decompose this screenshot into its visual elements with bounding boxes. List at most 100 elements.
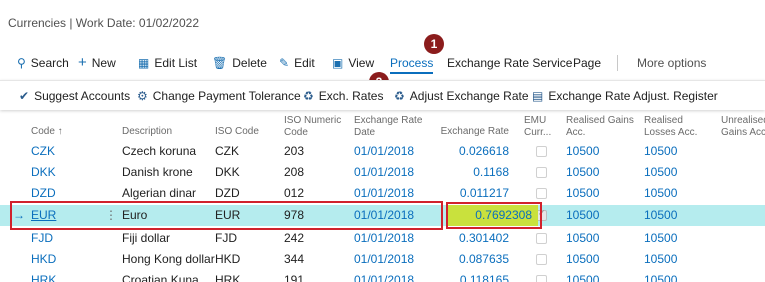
process-menu[interactable]: Process: [390, 54, 434, 74]
cell-realised-gains[interactable]: 10500: [566, 228, 599, 249]
exch-rates-label: Exch. Rates: [318, 89, 384, 103]
cell-rate-date[interactable]: 01/01/2018: [354, 141, 414, 162]
new-label: New: [91, 56, 116, 70]
view-icon: ▣: [332, 56, 344, 70]
edit-button[interactable]: ✎ Edit: [279, 54, 315, 72]
col-header-iso-numeric-line2: Code: [284, 127, 308, 138]
cell-realised-losses[interactable]: 10500: [644, 249, 677, 270]
adjust-exchange-rate-label: Adjust Exchange Rate: [409, 89, 529, 103]
cell-rate-date[interactable]: 01/01/2018: [354, 162, 414, 183]
cell-realised-gains[interactable]: 10500: [566, 162, 599, 183]
callout-1: 1: [424, 34, 444, 54]
suggest-accounts-button[interactable]: ✔ Suggest Accounts: [19, 87, 130, 105]
cell-rate-date[interactable]: 01/01/2018: [354, 249, 414, 270]
view-button[interactable]: ▣ View: [332, 54, 374, 72]
cell-description: Czech koruna: [122, 144, 197, 158]
cell-rate-date[interactable]: 01/01/2018: [354, 270, 414, 282]
page-menu[interactable]: Page: [573, 54, 601, 72]
col-header-rate-date[interactable]: Exchange Rate Date: [354, 115, 422, 139]
col-header-iso-numeric[interactable]: ISO Numeric Code: [284, 115, 341, 139]
col-header-code[interactable]: Code ↑: [31, 126, 63, 138]
cell-realised-losses[interactable]: 10500: [644, 183, 677, 204]
cell-description: Hong Kong dollar: [122, 252, 215, 266]
cell-iso-code: DKK: [215, 165, 240, 179]
action-bar: ⚲ Search + New ▦ Edit List 🗑 Delete ✎ Edit ▣ V…: [0, 52, 765, 74]
cell-exchange-rate[interactable]: 0.026618: [440, 141, 509, 162]
cell-realised-gains[interactable]: 10500: [566, 249, 599, 270]
cell-realised-losses[interactable]: 10500: [644, 141, 677, 162]
cell-code[interactable]: DKK: [31, 162, 56, 183]
col-header-description[interactable]: Description: [122, 126, 172, 138]
cell-emu-checkbox[interactable]: [536, 275, 547, 282]
edit-list-icon: ▦: [138, 56, 150, 70]
cell-realised-gains[interactable]: 10500: [566, 141, 599, 162]
table-row[interactable]: FJD Fiji dollar FJD 242 01/01/2018 0.301…: [0, 228, 765, 249]
cell-emu-checkbox[interactable]: [536, 167, 547, 178]
search-label: Search: [30, 56, 69, 70]
cell-exchange-rate[interactable]: 0.301402: [440, 228, 509, 249]
annotation-box-row: [10, 201, 443, 230]
adjust-icon: ♻: [394, 89, 405, 103]
cell-exchange-rate[interactable]: 0.1168: [440, 162, 509, 183]
cell-emu-checkbox[interactable]: [536, 233, 547, 244]
cell-code[interactable]: HKD: [31, 249, 56, 270]
exch-rates-button[interactable]: ♻ Exch. Rates: [303, 87, 383, 105]
check-circle-icon: ✔: [19, 89, 30, 103]
edit-list-button[interactable]: ▦ Edit List: [138, 54, 197, 72]
col-header-realised-gains-line2: Acc.: [566, 127, 586, 138]
col-header-unrealised-gains[interactable]: Unrealised Gains Acc.: [721, 115, 765, 139]
cell-code[interactable]: HRK: [31, 270, 56, 282]
cell-exchange-rate[interactable]: 0.118165: [440, 270, 509, 282]
search-icon: ⚲: [17, 56, 26, 70]
col-header-rate-date-line2: Date: [354, 127, 376, 138]
col-header-iso-code[interactable]: ISO Code: [215, 126, 259, 138]
cell-description: Fiji dollar: [122, 231, 171, 245]
col-header-realised-gains[interactable]: Realised Gains Acc.: [566, 115, 634, 139]
table-row[interactable]: HRK Croatian Kuna HRK 191 01/01/2018 0.1…: [0, 270, 765, 282]
cell-realised-losses[interactable]: 10500: [644, 270, 677, 282]
cell-exchange-rate[interactable]: 0.087635: [440, 249, 509, 270]
delete-button[interactable]: 🗑 Delete: [212, 54, 267, 72]
cell-realised-gains[interactable]: 10500: [566, 205, 599, 226]
cell-emu-checkbox[interactable]: [536, 188, 547, 199]
cell-iso-numeric: 242: [284, 231, 305, 245]
cell-rate-date[interactable]: 01/01/2018: [354, 228, 414, 249]
cell-code[interactable]: FJD: [31, 228, 53, 249]
adjust-exchange-rate-button[interactable]: ♻ Adjust Exchange Rate: [394, 87, 529, 105]
cell-exchange-rate[interactable]: 0.011217: [440, 183, 509, 204]
page-title: Currencies | Work Date: 01/02/2022: [8, 16, 199, 30]
exchange-rate-adjust-register-label: Exchange Rate Adjust. Register: [548, 89, 718, 103]
cell-code[interactable]: CZK: [31, 141, 55, 162]
cell-realised-losses[interactable]: 10500: [644, 162, 677, 183]
exchange-rate-service-menu[interactable]: Exchange Rate Service: [447, 54, 572, 72]
cell-emu-checkbox[interactable]: [536, 146, 547, 157]
col-header-emu[interactable]: EMU Curr...: [524, 115, 551, 139]
more-options-menu[interactable]: More options: [637, 54, 706, 72]
new-button[interactable]: + New: [78, 54, 116, 72]
table-row[interactable]: CZK Czech koruna CZK 203 01/01/2018 0.02…: [0, 141, 765, 162]
cell-realised-gains[interactable]: 10500: [566, 270, 599, 282]
exchange-rate-adjust-register-button[interactable]: ▤ Exchange Rate Adjust. Register: [532, 87, 718, 105]
cell-realised-losses[interactable]: 10500: [644, 228, 677, 249]
cell-description: Danish krone: [122, 165, 193, 179]
tolerance-icon: ⚙: [137, 89, 148, 103]
trash-icon: 🗑: [212, 56, 228, 70]
col-header-rate-date-line1: Exchange Rate: [354, 115, 423, 126]
cell-realised-losses[interactable]: 10500: [644, 205, 677, 226]
cell-emu-checkbox[interactable]: [536, 254, 547, 265]
cell-iso-code: FJD: [215, 231, 237, 245]
process-submenu: ✔ Suggest Accounts ⚙ Change Payment Tolera…: [0, 80, 765, 110]
table-row[interactable]: DKK Danish krone DKK 208 01/01/2018 0.11…: [0, 162, 765, 183]
pencil-icon: ✎: [279, 56, 290, 70]
search-button[interactable]: ⚲ Search: [17, 54, 69, 72]
col-header-emu-line2: Curr...: [524, 127, 552, 138]
col-header-exchange-rate[interactable]: Exchange Rate: [440, 126, 509, 138]
col-header-emu-line1: EMU: [524, 115, 547, 126]
table-row[interactable]: HKD Hong Kong dollar HKD 344 01/01/2018 …: [0, 249, 765, 270]
cell-iso-numeric: 191: [284, 273, 305, 282]
currency-exchange-icon: ♻: [303, 89, 314, 103]
col-header-realised-losses[interactable]: Realised Losses Acc.: [644, 115, 697, 139]
col-header-realised-gains-line1: Realised Gains: [566, 115, 634, 126]
change-payment-tolerance-button[interactable]: ⚙ Change Payment Tolerance: [137, 87, 301, 105]
cell-realised-gains[interactable]: 10500: [566, 183, 599, 204]
